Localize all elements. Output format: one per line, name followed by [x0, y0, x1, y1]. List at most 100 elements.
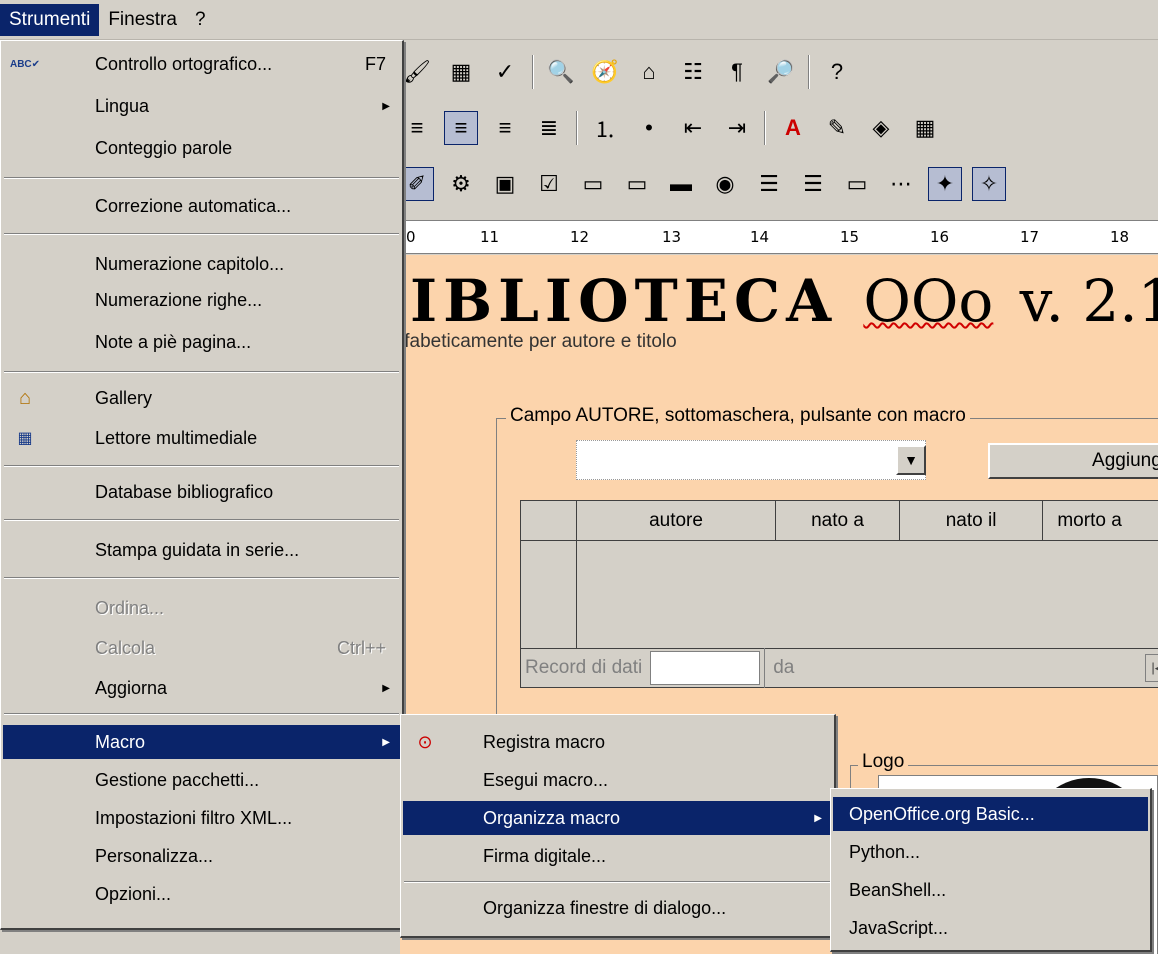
record-number-input[interactable]	[650, 651, 761, 685]
draw-icon[interactable]: ✓	[488, 55, 522, 89]
table-header-row: autore nato a nato il morto a	[521, 501, 1158, 541]
font-color-icon[interactable]: A	[776, 111, 810, 145]
gallery-icon: ⌂	[18, 386, 32, 409]
menu-item-organize-dialogs[interactable]: Organizza finestre di dialogo...	[403, 891, 832, 925]
highlight-icon[interactable]: ✎	[820, 111, 854, 145]
menu-item-gallery[interactable]: ⌂ Gallery	[3, 381, 400, 415]
table-icon[interactable]: ▦	[444, 55, 478, 89]
menu-item-package-manager[interactable]: Gestione pacchetti...	[3, 763, 400, 797]
wizards-on-off-icon[interactable]: ✧	[972, 167, 1006, 201]
borders-icon[interactable]: ▦	[908, 111, 942, 145]
toolbar-separator	[532, 55, 534, 89]
justify-icon[interactable]: ≣	[532, 111, 566, 145]
first-record-icon[interactable]: |◀	[1145, 654, 1158, 682]
abc-spellcheck-icon: ABC✔	[9, 58, 41, 70]
title-version: v. 2.1 -	[1019, 267, 1158, 335]
menu-item-spellcheck[interactable]: ABC✔ Controllo ortografico... F7	[3, 47, 400, 81]
menu-item-options[interactable]: Opzioni...	[3, 877, 400, 911]
media-player-icon: ▦	[17, 430, 33, 447]
list-box-icon[interactable]: ☰	[752, 167, 786, 201]
document-title: IBLIOTECA OOo v. 2.1 -	[410, 267, 1158, 335]
label-field-icon[interactable]: ▭	[840, 167, 874, 201]
menu-item-lingua[interactable]: Lingua ▶	[3, 89, 400, 123]
ruler-label: 12	[570, 228, 590, 246]
macro-submenu: ⊙ Registra macro Esegui macro... Organiz…	[400, 714, 836, 938]
col-autore[interactable]: autore	[577, 501, 777, 540]
form-design-icon[interactable]: ▣	[488, 167, 522, 201]
menu-item-record-macro[interactable]: ⊙ Registra macro	[403, 725, 832, 759]
menu-item-word-count[interactable]: Conteggio parole	[3, 131, 400, 165]
menu-separator	[404, 881, 831, 883]
numbering-icon[interactable]: ⒈	[588, 111, 622, 145]
table-body[interactable]	[521, 541, 1158, 649]
menu-item-customize[interactable]: Personalizza...	[3, 839, 400, 873]
menu-item-digital-signature[interactable]: Firma digitale...	[403, 839, 832, 873]
datasource-icon[interactable]: ☷	[676, 55, 710, 89]
menu-help[interactable]: ?	[186, 4, 215, 36]
row-header	[521, 541, 577, 649]
navigator-icon[interactable]: 🧭	[588, 55, 622, 89]
push-button-icon[interactable]: ▬	[664, 167, 698, 201]
menu-item-ooo-basic[interactable]: OpenOffice.org Basic...	[833, 797, 1148, 831]
menu-item-run-macro[interactable]: Esegui macro...	[403, 763, 832, 797]
menu-bar: Strumenti Finestra ?	[0, 0, 1158, 40]
menu-item-macro[interactable]: Macro ▶	[3, 725, 400, 759]
menu-item-bibliography-db[interactable]: Database bibliografico	[3, 475, 400, 509]
bullets-icon[interactable]: •	[632, 111, 666, 145]
align-left-icon[interactable]: ≡	[400, 111, 434, 145]
gallery-toolbar-icon[interactable]: ⌂	[632, 55, 666, 89]
align-center-icon[interactable]: ≡	[444, 111, 478, 145]
formatting-marks-icon[interactable]: ¶	[720, 55, 754, 89]
title-ooo: OOo	[863, 267, 994, 335]
col-nato-il[interactable]: nato il	[900, 501, 1044, 540]
menu-item-mail-merge[interactable]: Stampa guidata in serie...	[3, 533, 400, 567]
design-mode-icon[interactable]: ✐	[400, 167, 434, 201]
toolbar-separator	[764, 111, 766, 145]
option-button-icon[interactable]: ◉	[708, 167, 742, 201]
menu-item-chapter-numbering[interactable]: Numerazione capitolo...	[3, 247, 400, 281]
menu-item-organize-macros[interactable]: Organizza macro ▶	[403, 801, 832, 835]
menu-finestra[interactable]: Finestra	[99, 4, 186, 36]
checkbox-icon[interactable]: ☑	[532, 167, 566, 201]
col-nato-a[interactable]: nato a	[776, 501, 900, 540]
menu-item-javascript[interactable]: JavaScript...	[833, 911, 1148, 945]
menu-item-beanshell[interactable]: BeanShell...	[833, 873, 1148, 907]
help-icon[interactable]: ?	[820, 55, 854, 89]
submenu-arrow-icon: ▶	[382, 100, 390, 112]
author-combo-input[interactable]	[576, 440, 926, 480]
combo-box-icon[interactable]: ☰	[796, 167, 830, 201]
author-table: autore nato a nato il morto a	[520, 500, 1158, 650]
standard-toolbar: 🖌 ▦ ✓ 🔍 🧭 ⌂ ☷ ¶ 🔎 ?	[400, 46, 854, 98]
more-controls-icon[interactable]: ⋯	[884, 167, 918, 201]
background-color-icon[interactable]: ◈	[864, 111, 898, 145]
increase-indent-icon[interactable]: ⇥	[720, 111, 754, 145]
submenu-arrow-icon: ▶	[382, 736, 390, 748]
combo-dropdown-icon[interactable]: ▼	[896, 445, 926, 475]
menu-item-xml-filter[interactable]: Impostazioni filtro XML...	[3, 801, 400, 835]
text-box-icon[interactable]: ▭	[576, 167, 610, 201]
add-button[interactable]: Aggiungi	[988, 443, 1158, 479]
menu-item-media-player[interactable]: ▦ Lettore multimediale	[3, 421, 400, 455]
tools-menu: ABC✔ Controllo ortografico... F7 Lingua …	[0, 40, 404, 930]
organize-macros-submenu: OpenOffice.org Basic... Python... BeanSh…	[830, 788, 1152, 952]
logo-legend: Logo	[858, 751, 909, 773]
menu-item-line-numbering[interactable]: Numerazione righe...	[3, 283, 400, 317]
ruler-label: 17	[1020, 228, 1040, 246]
menu-item-autocorrect[interactable]: Correzione automatica...	[3, 189, 400, 223]
find-replace-icon[interactable]: 🔍	[544, 55, 578, 89]
record-macro-icon: ⊙	[417, 731, 433, 752]
col-morto-a[interactable]: morto a	[1043, 501, 1158, 540]
form-controls-toolbar: ✐ ⚙ ▣ ☑ ▭ ▭ ▬ ◉ ☰ ☰ ▭ ⋯ ✦ ✧	[400, 158, 1006, 210]
decrease-indent-icon[interactable]: ⇤	[676, 111, 710, 145]
menu-item-footnotes[interactable]: Note a piè pagina...	[3, 325, 400, 359]
menu-item-python[interactable]: Python...	[833, 835, 1148, 869]
menu-strumenti[interactable]: Strumenti	[0, 3, 100, 36]
submenu-arrow-icon: ▶	[382, 682, 390, 694]
control-icon[interactable]: ⚙	[444, 167, 478, 201]
form-wizard-icon[interactable]: ✦	[928, 167, 962, 201]
formatted-field-icon[interactable]: ▭	[620, 167, 654, 201]
clone-format-icon[interactable]: 🖌	[400, 55, 434, 89]
menu-item-update[interactable]: Aggiorna ▶	[3, 671, 400, 705]
zoom-icon[interactable]: 🔎	[764, 55, 798, 89]
align-right-icon[interactable]: ≡	[488, 111, 522, 145]
